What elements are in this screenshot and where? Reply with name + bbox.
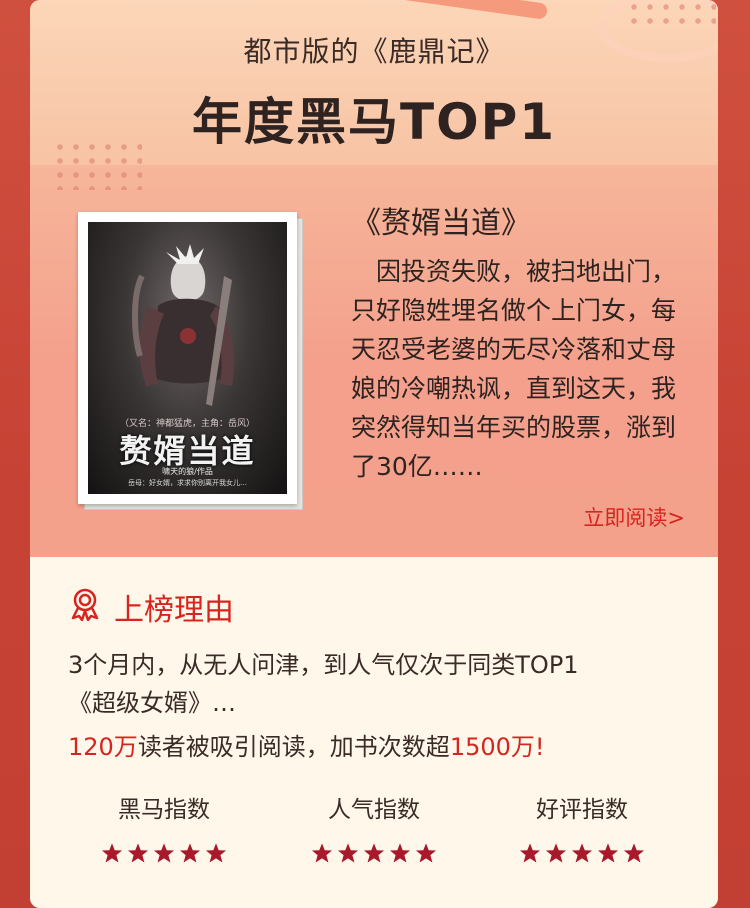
star-icon <box>311 843 333 863</box>
star-icon <box>389 843 411 863</box>
book-description: 因投资失败，被扫地出门，只好隐姓埋名做个上门女，每天忍受老婆的无尽冷落和丈母娘的… <box>351 257 677 481</box>
star-rating <box>274 842 474 864</box>
rating-label: 黑马指数 <box>118 797 210 823</box>
star-icon <box>571 843 593 863</box>
star-icon <box>415 843 437 863</box>
star-icon <box>153 843 175 863</box>
rating-label: 人气指数 <box>328 797 420 823</box>
star-icon <box>597 843 619 863</box>
star-icon <box>179 843 201 863</box>
warrior-figure-icon <box>132 244 234 406</box>
star-icon <box>205 843 227 863</box>
book-cover[interactable]: （又名：神都猛虎，主角：岳风） 赘婿当道 啸天的狼/作品 岳母：好女婿，求求你别… <box>78 212 303 510</box>
ratings-row: 黑马指数 人气指数 好评指数 <box>30 790 718 870</box>
bookshelf-count: 1500万! <box>449 733 545 761</box>
cover-tagline: 岳母：好女婿，求求你别离开我女儿… <box>128 479 247 487</box>
star-rating <box>64 842 264 864</box>
award-ribbon-icon <box>71 588 99 621</box>
rating-reviews: 好评指数 <box>482 790 682 864</box>
star-icon <box>363 843 385 863</box>
decor-dots <box>626 0 716 30</box>
cover-art: （又名：神都猛虎，主角：岳风） 赘婿当道 啸天的狼/作品 岳母：好女婿，求求你别… <box>88 222 287 494</box>
rating-popularity: 人气指数 <box>274 790 474 864</box>
star-icon <box>337 843 359 863</box>
promo-card: 都市版的《鹿鼎记》 年度黑马TOP1 （又名：神都猛虎，主角：岳风） 赘婿当道 … <box>30 0 718 908</box>
read-now-link[interactable]: 立即阅读> <box>583 502 685 532</box>
rating-label: 好评指数 <box>536 797 628 823</box>
reason-title: 上榜理由 <box>114 593 234 628</box>
reader-count: 120万 <box>68 733 138 761</box>
reason-line-1: 3个月内，从无人问津，到人气仅次于同类TOP1 <box>68 651 579 679</box>
book-title[interactable]: 《赘婿当道》 <box>351 198 531 242</box>
star-rating <box>482 842 682 864</box>
rating-dark-horse: 黑马指数 <box>64 790 264 864</box>
page-title: 年度黑马TOP1 <box>191 93 557 151</box>
star-icon <box>519 843 541 863</box>
cover-frame: （又名：神都猛虎，主角：岳风） 赘婿当道 啸天的狼/作品 岳母：好女婿，求求你别… <box>78 212 297 504</box>
star-icon <box>545 843 567 863</box>
reason-line-2: 《超级女婿》… <box>68 689 236 717</box>
star-icon <box>127 843 149 863</box>
cover-author: 啸天的狼/作品 <box>162 467 213 476</box>
reason-text: 读者被吸引阅读，加书次数超 <box>137 733 450 761</box>
star-icon <box>623 843 645 863</box>
star-icon <box>101 843 123 863</box>
reason-line-3: 120万读者被吸引阅读，加书次数超1500万! <box>68 727 545 762</box>
eyebrow-text: 都市版的《鹿鼎记》 <box>243 35 505 68</box>
